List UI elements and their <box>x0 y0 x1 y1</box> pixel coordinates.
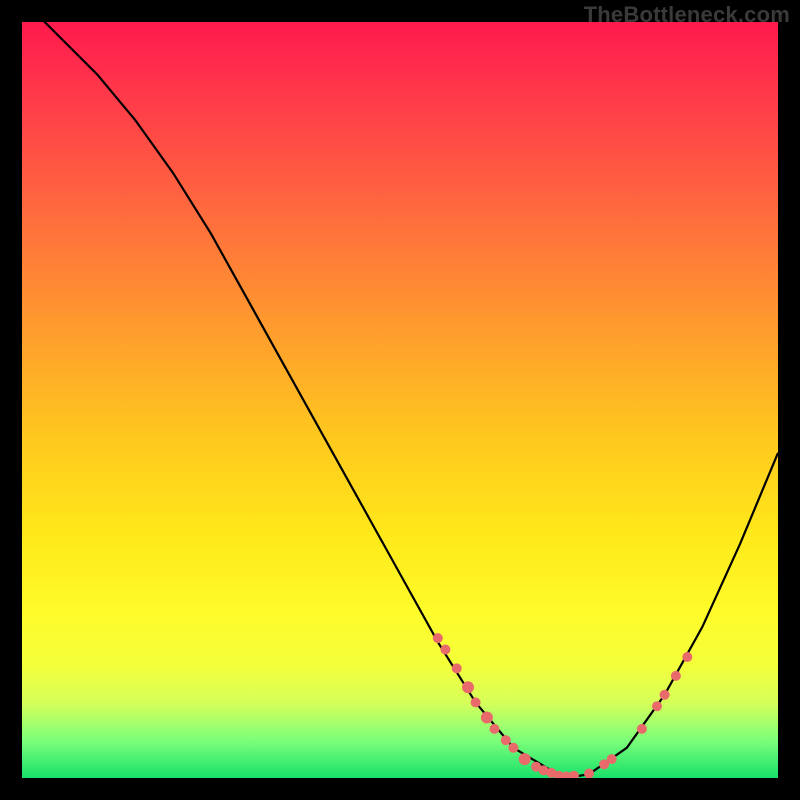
data-marker <box>508 743 518 753</box>
data-marker <box>440 645 450 655</box>
watermark-text: TheBottleneck.com <box>584 2 790 28</box>
data-marker <box>501 735 511 745</box>
data-marker <box>652 701 662 711</box>
data-marker <box>584 769 594 779</box>
data-marker <box>660 690 670 700</box>
data-marker <box>637 724 647 734</box>
data-marker <box>490 724 500 734</box>
data-marker <box>433 633 443 643</box>
data-marker <box>471 697 481 707</box>
data-marker <box>682 652 692 662</box>
data-marker <box>462 681 474 693</box>
data-marker <box>569 771 579 778</box>
data-markers-group <box>433 633 693 778</box>
bottleneck-curve-line <box>22 22 778 778</box>
data-marker <box>481 712 493 724</box>
chart-svg <box>22 22 778 778</box>
data-marker <box>519 753 531 765</box>
data-marker <box>607 754 617 764</box>
data-marker <box>452 663 462 673</box>
data-marker <box>671 671 681 681</box>
